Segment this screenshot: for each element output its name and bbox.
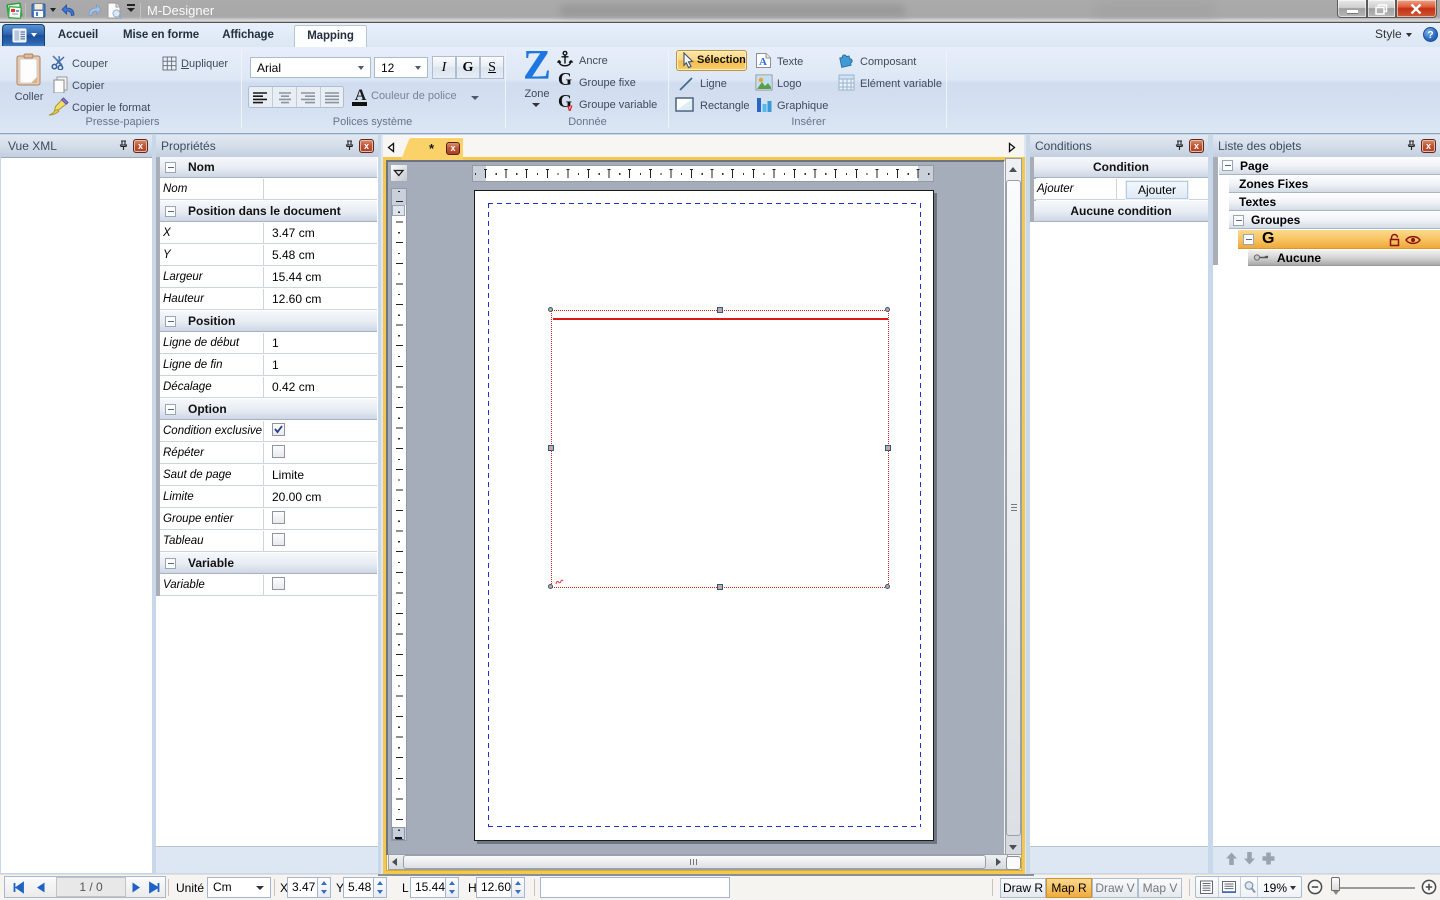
svg-text:A: A [759, 56, 767, 68]
